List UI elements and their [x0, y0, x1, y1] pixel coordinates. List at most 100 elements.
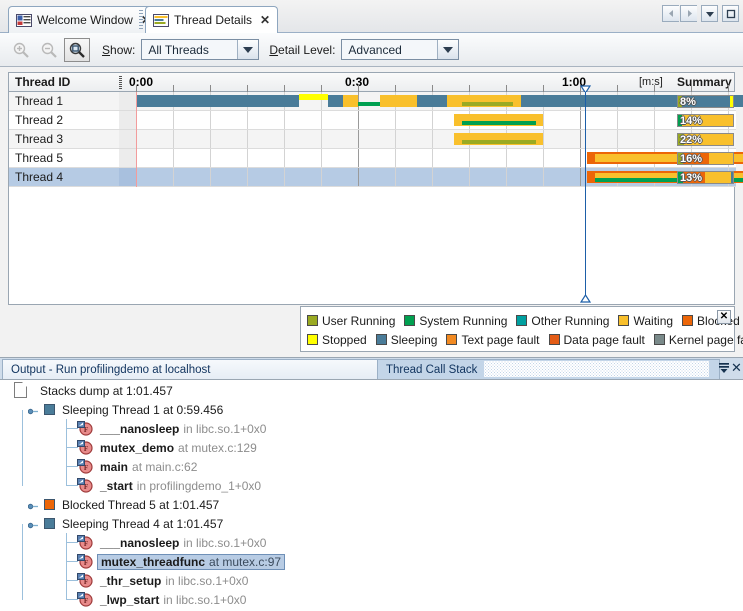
thread-name-cell[interactable]: Thread 2 [9, 111, 119, 130]
thread-details-toolbar: Show: All Threads Detail Level: Advanced [0, 33, 743, 67]
output-panel: Output - Run profilingdemo at localhost … [0, 357, 743, 611]
call-stack-frame[interactable]: Fmain at main.c:62 [0, 457, 743, 476]
thread-activity-track[interactable] [136, 149, 743, 168]
detail-level-select[interactable]: Advanced [341, 39, 460, 60]
zoom-in-icon[interactable] [8, 38, 34, 62]
summary-percent-label: 14% [680, 115, 703, 127]
summary-column-header: Summary [677, 75, 732, 89]
thread-name-cell[interactable]: Thread 4 [9, 168, 119, 187]
thread-call-stack-tree[interactable]: Stacks dump at 1:01.457 Sleeping Thread 1… [0, 381, 743, 611]
timeline-start-marker [136, 92, 137, 187]
minimize-window-icon[interactable] [718, 361, 730, 377]
tree-connector [22, 410, 23, 486]
thread-name-cell[interactable]: Thread 1 [9, 92, 119, 111]
function-name: _thr_setup [100, 573, 162, 588]
timeline-row[interactable]: Thread 2 14% [9, 111, 736, 130]
tab-output-run[interactable]: Output - Run profilingdemo at localhost [2, 359, 378, 379]
time-cursor-line[interactable] [585, 92, 586, 296]
activity-segment[interactable] [343, 95, 358, 107]
zoom-out-icon[interactable] [36, 38, 62, 62]
timeline-gridline [284, 149, 285, 167]
activity-segment[interactable] [328, 95, 344, 107]
chevron-down-icon[interactable] [237, 40, 259, 59]
call-stack-node[interactable]: Sleeping Thread 4 at 1:01.457 [0, 514, 743, 533]
show-threads-select[interactable]: All Threads [141, 39, 260, 60]
tree-connector [66, 599, 78, 600]
call-stack-node[interactable]: Blocked Thread 5 at 1:01.457 [0, 495, 743, 514]
timeline-rows[interactable]: Thread 1 8% Thread 2 14% Thread 3 22% Thread 5… [9, 92, 743, 304]
expand-collapse-toggle[interactable] [27, 500, 38, 510]
activity-segment[interactable] [358, 102, 381, 106]
timeline-gridline [654, 130, 655, 148]
timeline-row[interactable]: Thread 3 22% [9, 130, 736, 149]
call-stack-frame[interactable]: F _start in profilingdemo_1+0x0 [0, 476, 743, 495]
summary-bar[interactable]: 13% [677, 171, 734, 184]
ruler-tick [617, 85, 618, 92]
summary-bar[interactable]: 8% [677, 95, 734, 108]
call-stack-frame[interactable]: F _thr_setup in libc.so.1+0x0 [0, 571, 743, 590]
timeline-row[interactable]: Thread 5 16% [9, 149, 743, 168]
activity-segment[interactable] [298, 94, 329, 100]
thread-name-label: Thread 1 [15, 94, 64, 108]
activity-segment[interactable] [461, 102, 514, 106]
tab-list-dropdown-button[interactable] [701, 5, 718, 22]
column-resize-grip[interactable] [119, 76, 122, 89]
timeline-row[interactable]: Thread 1 8% [9, 92, 743, 111]
maximize-window-button[interactable] [722, 5, 739, 22]
timeline-row[interactable]: Thread 4 13% [9, 168, 743, 187]
timeline-gridline [432, 168, 433, 186]
timeline-gridline [284, 168, 285, 186]
ruler-tick [321, 85, 322, 92]
function-location: in profilingdemo_1+0x0 [136, 478, 262, 493]
call-stack-node[interactable]: Stacks dump at 1:01.457 [0, 381, 743, 400]
call-stack-label: ___nanosleep in libc.so.1+0x0 [100, 422, 266, 436]
timeline-ruler[interactable]: Thread ID 0:00 0:30 1:00 [m:s] Summary [9, 73, 734, 95]
tab-close-icon[interactable]: ✕ [260, 14, 270, 26]
call-stack-label: Sleeping Thread 4 at 1:01.457 [62, 516, 224, 531]
activity-segment[interactable] [136, 95, 299, 107]
close-icon[interactable]: ✕ [717, 310, 731, 324]
tree-connector [66, 419, 67, 438]
close-icon[interactable]: ✕ [731, 361, 742, 375]
summary-bar[interactable]: 22% [677, 133, 734, 146]
scroll-tabs-left-button[interactable] [662, 5, 679, 22]
tab-drag-handle[interactable] [139, 10, 143, 29]
tree-connector [66, 580, 78, 581]
timeline-gridline [543, 111, 544, 129]
call-stack-frame[interactable]: Fmutex_demo at mutex.c:129 [0, 438, 743, 457]
timeline-gridline [432, 111, 433, 129]
tab-thread-details[interactable]: Thread Details ✕ [145, 6, 279, 33]
summary-bar[interactable]: 16% [677, 152, 734, 165]
zoom-fit-icon[interactable] [64, 37, 90, 62]
timeline-gridline [469, 168, 470, 186]
thread-activity-track[interactable] [136, 168, 743, 187]
expand-collapse-toggle[interactable] [27, 519, 38, 529]
thread-state-sleeping-icon [44, 404, 55, 415]
thread-activity-track[interactable] [136, 111, 736, 130]
call-stack-frame[interactable]: F ___nanosleep in libc.so.1+0x0 [0, 533, 743, 552]
call-stack-frame[interactable]: F _lwp_start in libc.so.1+0x0 [0, 590, 743, 609]
activity-segment[interactable] [461, 121, 536, 125]
expand-collapse-toggle[interactable] [27, 405, 38, 415]
tab-drag-hatch[interactable] [484, 361, 709, 377]
chevron-down-icon[interactable] [437, 40, 459, 59]
tab-welcome-window[interactable]: Welcome Window ✕ [8, 6, 159, 33]
timeline-gridline [321, 168, 322, 186]
timeline-gridline [654, 111, 655, 129]
thread-activity-track[interactable] [136, 130, 736, 149]
time-cursor-handle[interactable] [579, 83, 592, 95]
activity-segment[interactable] [417, 95, 447, 107]
thread-name-cell[interactable]: Thread 5 [9, 149, 119, 168]
call-stack-frame[interactable]: F ___nanosleep in libc.so.1+0x0 [0, 419, 743, 438]
time-cursor-handle-bottom[interactable] [579, 292, 592, 303]
call-stack-node[interactable]: Sleeping Thread 1 at 0:59.456 [0, 400, 743, 419]
summary-bar[interactable]: 14% [677, 114, 734, 127]
thread-activity-track[interactable] [136, 92, 743, 111]
legend-swatch [682, 315, 694, 326]
activity-segment[interactable] [461, 140, 536, 144]
scroll-tabs-right-button[interactable] [680, 5, 697, 22]
call-stack-frame[interactable]: Fmutex_threadfunc at mutex.c:97 [0, 552, 743, 571]
thread-name-cell[interactable]: Thread 3 [9, 130, 119, 149]
tree-connector [66, 447, 78, 448]
activity-segment[interactable] [380, 95, 418, 107]
